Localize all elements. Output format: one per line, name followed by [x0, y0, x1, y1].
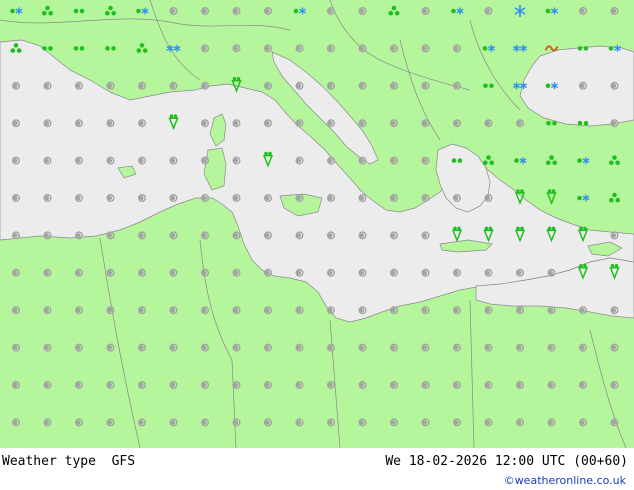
- credit-link[interactable]: ©weatheronline.co.uk: [504, 474, 626, 487]
- forecast-datetime: We 18-02-2026 12:00 UTC (00+60): [385, 454, 628, 469]
- map-footer: Weather type GFS We 18-02-2026 12:00 UTC…: [0, 448, 634, 490]
- weather-map: [0, 0, 634, 448]
- map-title: Weather type GFS: [2, 454, 136, 469]
